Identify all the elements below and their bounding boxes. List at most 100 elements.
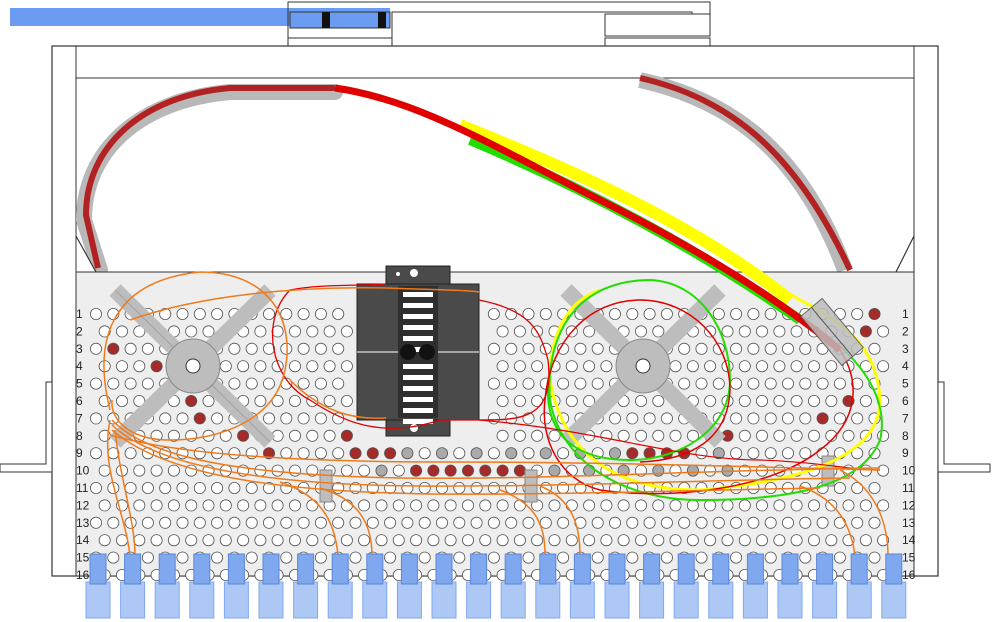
port-connector[interactable]	[746, 553, 764, 585]
panel-hole	[660, 551, 673, 564]
port-base	[846, 581, 872, 619]
panel-hole	[332, 307, 345, 320]
panel-hole	[124, 377, 137, 390]
row-number-left: 16	[76, 568, 90, 582]
port-connector[interactable]	[297, 553, 315, 585]
row-number-right: 4	[902, 359, 909, 373]
panel-hole	[721, 499, 734, 512]
panel-hole	[237, 429, 250, 442]
port-connector[interactable]	[435, 553, 453, 585]
port-connector[interactable]	[677, 553, 695, 585]
panel-hole	[107, 516, 120, 529]
panel-hole	[531, 429, 544, 442]
panel-hole	[176, 307, 189, 320]
panel-hole	[513, 499, 526, 512]
port-connector[interactable]	[643, 553, 661, 585]
row-number-right: 15	[902, 551, 916, 565]
panel-hole	[652, 325, 665, 338]
panel-hole	[470, 481, 483, 494]
row-number-left: 2	[76, 324, 83, 338]
panel-hole	[280, 307, 293, 320]
panel-hole	[496, 429, 509, 442]
port-connector[interactable]	[158, 553, 176, 585]
splice-slot	[403, 336, 433, 341]
port-connector[interactable]	[124, 553, 142, 585]
port-connector[interactable]	[539, 553, 557, 585]
panel-hole	[254, 360, 267, 373]
port-connector[interactable]	[850, 553, 868, 585]
port-connector[interactable]	[608, 553, 626, 585]
panel-hole	[384, 447, 397, 460]
panel-hole	[825, 534, 838, 547]
port-connector[interactable]	[331, 553, 349, 585]
top-rail-slot	[289, 11, 391, 29]
panel-hole	[280, 551, 293, 564]
panel-hole	[237, 534, 250, 547]
panel-hole	[799, 342, 812, 355]
port-connector[interactable]	[885, 553, 903, 585]
panel-hole	[418, 516, 431, 529]
panel-hole	[782, 412, 795, 425]
panel-hole	[513, 325, 526, 338]
panel-hole	[401, 481, 414, 494]
panel-hole	[306, 429, 319, 442]
row-number-right: 11	[902, 481, 915, 495]
port-connector[interactable]	[712, 553, 730, 585]
panel-hole	[617, 499, 630, 512]
panel-hole	[141, 481, 154, 494]
panel-hole	[652, 429, 665, 442]
panel-hole	[280, 516, 293, 529]
port-connector[interactable]	[400, 553, 418, 585]
port-base	[396, 581, 422, 619]
panel-hole	[531, 534, 544, 547]
port-connector[interactable]	[816, 553, 834, 585]
row-number-left: 7	[76, 411, 83, 425]
panel-hole	[262, 307, 275, 320]
splice-slot	[403, 314, 433, 319]
splice-slot	[403, 386, 433, 391]
panel-hole	[90, 516, 103, 529]
panel-hole	[825, 394, 838, 407]
panel-hole	[306, 499, 319, 512]
panel-hole	[868, 342, 881, 355]
panel-hole	[427, 464, 440, 477]
port-connector[interactable]	[504, 553, 522, 585]
panel-hole	[401, 447, 414, 460]
panel-hole	[487, 481, 500, 494]
hinge-right-block	[604, 13, 711, 37]
port-connector[interactable]	[262, 553, 280, 585]
panel-hole	[271, 534, 284, 547]
port-connector[interactable]	[470, 553, 488, 585]
row-number-left: 4	[76, 359, 83, 373]
port-connector[interactable]	[89, 553, 107, 585]
panel-hole	[756, 394, 769, 407]
panel-hole	[626, 447, 639, 460]
panel-hole	[98, 464, 111, 477]
panel-hole	[557, 551, 570, 564]
panel-hole	[652, 464, 665, 477]
port-connector[interactable]	[227, 553, 245, 585]
panel-hole	[314, 516, 327, 529]
port-connector[interactable]	[573, 553, 591, 585]
panel-hole	[773, 499, 786, 512]
panel-hole	[219, 499, 232, 512]
panel-hole	[176, 516, 189, 529]
row-number-left: 6	[76, 394, 83, 408]
panel-hole	[842, 499, 855, 512]
panel-hole	[695, 447, 708, 460]
port-connector[interactable]	[193, 553, 211, 585]
panel-hole	[574, 377, 587, 390]
panel-hole	[159, 412, 172, 425]
panel-hole	[678, 516, 691, 529]
panel-hole	[245, 481, 258, 494]
panel-hole	[868, 307, 881, 320]
panel-hole	[392, 534, 405, 547]
panel-hole	[306, 325, 319, 338]
panel-hole	[167, 499, 180, 512]
port-connector[interactable]	[781, 553, 799, 585]
port-base	[569, 581, 595, 619]
panel-hole	[496, 464, 509, 477]
panel-hole	[635, 325, 648, 338]
port-connector[interactable]	[366, 553, 384, 585]
rail-marker-2	[378, 12, 386, 28]
